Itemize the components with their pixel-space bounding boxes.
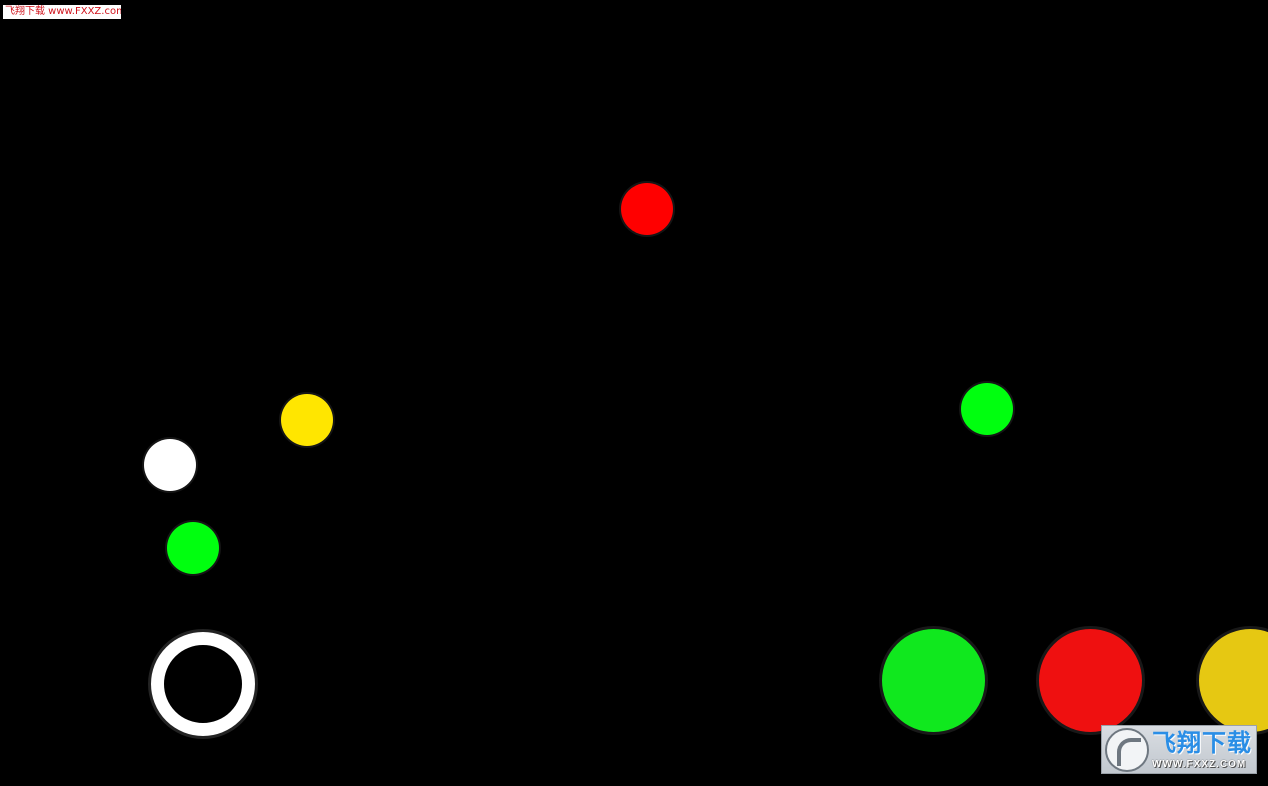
red-ball <box>621 183 673 235</box>
fxxz-emblem-icon <box>1105 728 1149 772</box>
white-ball <box>144 439 196 491</box>
red-color-button[interactable] <box>1039 629 1142 732</box>
logo-cn-text: 飞翔下载 <box>1152 729 1252 757</box>
top-watermark: 飞翔下载 www.FXXZ.com <box>3 5 121 19</box>
fxxz-logo: 飞翔下载 WWW.FXXZ.COM <box>1101 725 1257 774</box>
game-canvas[interactable]: 飞翔下载 www.FXXZ.com 飞翔下载 WWW.FXXZ.COM <box>0 0 1268 786</box>
yellow-color-button[interactable] <box>1199 629 1268 732</box>
top-watermark-text: 飞翔下载 www.FXXZ.com <box>5 6 121 17</box>
green-ball <box>961 383 1013 435</box>
player-ring[interactable] <box>151 632 255 736</box>
green-color-button[interactable] <box>882 629 985 732</box>
logo-url-text: WWW.FXXZ.COM <box>1152 759 1247 770</box>
yellow-ball <box>281 394 333 446</box>
green-ball <box>167 522 219 574</box>
